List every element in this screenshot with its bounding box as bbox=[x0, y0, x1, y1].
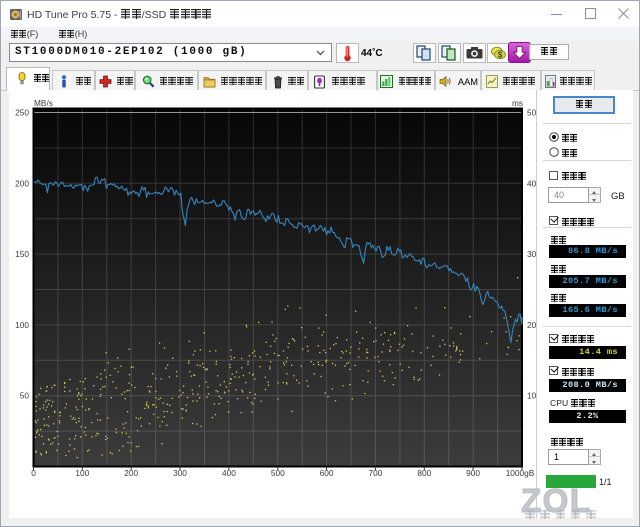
svg-text:700: 700 bbox=[368, 468, 382, 478]
svg-text:$: $ bbox=[498, 49, 503, 59]
svg-text:500: 500 bbox=[271, 468, 285, 478]
svg-text:600: 600 bbox=[320, 468, 334, 478]
svg-text:100: 100 bbox=[75, 468, 89, 478]
svg-text:900: 900 bbox=[466, 468, 480, 478]
svg-text:300: 300 bbox=[173, 468, 187, 478]
svg-text:1000gB: 1000gB bbox=[506, 468, 535, 478]
svg-text:MB/s: MB/s bbox=[34, 98, 53, 108]
svg-text:0: 0 bbox=[31, 468, 36, 478]
svg-text:100: 100 bbox=[15, 320, 29, 330]
svg-text:400: 400 bbox=[222, 468, 236, 478]
svg-text:200: 200 bbox=[124, 468, 138, 478]
svg-text:ms: ms bbox=[512, 98, 523, 108]
svg-text:50: 50 bbox=[20, 391, 30, 401]
svg-text:250: 250 bbox=[15, 108, 29, 118]
svg-text:150: 150 bbox=[15, 249, 29, 259]
svg-text:800: 800 bbox=[417, 468, 431, 478]
svg-text:200: 200 bbox=[15, 178, 29, 188]
